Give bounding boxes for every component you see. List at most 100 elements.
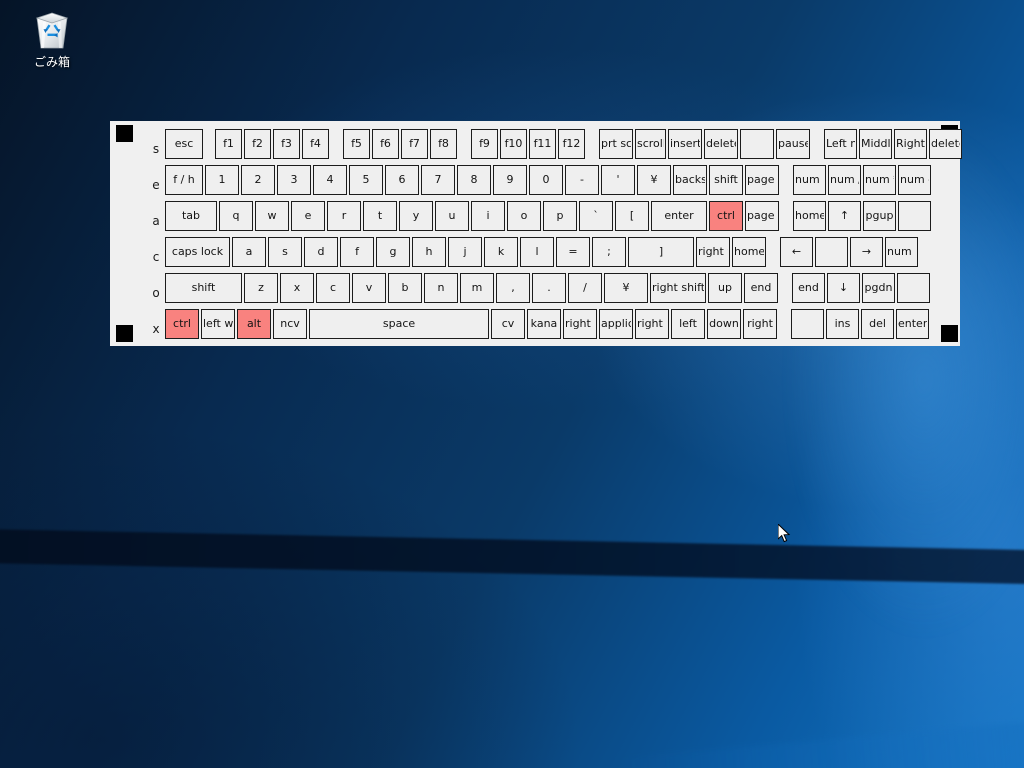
key-prt-sc[interactable]: prt sc — [599, 129, 633, 159]
key-blank[interactable]: ] — [628, 237, 694, 267]
key-num[interactable]: num * — [863, 165, 896, 195]
key-5[interactable]: 5 — [349, 165, 383, 195]
key-4[interactable]: 4 — [313, 165, 347, 195]
key-m[interactable]: m — [460, 273, 494, 303]
key-j[interactable]: j — [448, 237, 482, 267]
key-r[interactable]: r — [327, 201, 361, 231]
key-alt[interactable]: alt — [237, 309, 271, 339]
key-blank[interactable]: = — [556, 237, 590, 267]
key-3[interactable]: 3 — [277, 165, 311, 195]
key-h[interactable]: h — [412, 237, 446, 267]
key-scroll-lock[interactable]: scroll lock — [635, 129, 666, 159]
key-f[interactable]: f — [340, 237, 374, 267]
key-t[interactable]: t — [363, 201, 397, 231]
key-insert[interactable]: insert — [668, 129, 702, 159]
key-enter[interactable]: enter — [896, 309, 929, 339]
key-space[interactable]: space — [309, 309, 489, 339]
key-u[interactable]: u — [435, 201, 469, 231]
key-x[interactable]: x — [280, 273, 314, 303]
key-end[interactable]: end — [744, 273, 778, 303]
key-b[interactable]: b — [388, 273, 422, 303]
key-up[interactable]: up — [708, 273, 742, 303]
resize-handle-bottom-left[interactable] — [116, 325, 133, 342]
key-right-window[interactable]: right window — [696, 237, 730, 267]
key-0[interactable]: 0 — [529, 165, 563, 195]
key-esc[interactable]: esc — [165, 129, 203, 159]
key-right-shift[interactable]: right shift — [650, 273, 706, 303]
key-f9[interactable]: f9 — [471, 129, 498, 159]
key-q[interactable]: q — [219, 201, 253, 231]
key-delete[interactable]: delete — [704, 129, 738, 159]
key-blank[interactable]: → — [850, 237, 883, 267]
key-pgup[interactable]: pgup — [863, 201, 896, 231]
key-ctrl[interactable]: ctrl — [709, 201, 743, 231]
key-blank[interactable]: [ — [615, 201, 649, 231]
key-f3[interactable]: f3 — [273, 129, 300, 159]
key-f-h[interactable]: f / h — [165, 165, 203, 195]
key-g[interactable]: g — [376, 237, 410, 267]
key-pause[interactable]: pause — [776, 129, 810, 159]
key-d[interactable]: d — [304, 237, 338, 267]
key-blank[interactable]: ' — [601, 165, 635, 195]
key-blank[interactable]: ` — [579, 201, 613, 231]
key-f11[interactable]: f11 — [529, 129, 556, 159]
key-blank[interactable]: ¥ — [637, 165, 671, 195]
key-num[interactable]: num / — [828, 165, 861, 195]
key-blank[interactable]: ↓ — [827, 273, 860, 303]
key-p[interactable]: p — [543, 201, 577, 231]
keyboard-overlay-panel[interactable]: seacox esc f1 f2 f3 f4 f5 f6 f7 f8 f9 f10 f11 f12 prt… — [110, 121, 962, 346]
key-f7[interactable]: f7 — [401, 129, 428, 159]
key-blank[interactable]: . — [532, 273, 566, 303]
key-1[interactable]: 1 — [205, 165, 239, 195]
key-left-mouse[interactable]: Left mouse — [824, 129, 857, 159]
key-7[interactable]: 7 — [421, 165, 455, 195]
key-blank[interactable] — [791, 309, 824, 339]
key-del[interactable]: del — [861, 309, 894, 339]
key-f5[interactable]: f5 — [343, 129, 370, 159]
key-cv[interactable]: cv — [491, 309, 525, 339]
key-ncv[interactable]: ncv — [273, 309, 307, 339]
key-8[interactable]: 8 — [457, 165, 491, 195]
key-home[interactable]: home — [793, 201, 826, 231]
key-blank[interactable]: ↑ — [828, 201, 861, 231]
key-o[interactable]: o — [507, 201, 541, 231]
key-f2[interactable]: f2 — [244, 129, 271, 159]
resize-handle-top-left[interactable] — [116, 125, 133, 142]
key-home[interactable]: home — [732, 237, 766, 267]
key-2[interactable]: 2 — [241, 165, 275, 195]
key-enter[interactable]: enter — [651, 201, 707, 231]
key-num-lock[interactable]: num lock — [793, 165, 826, 195]
key-l[interactable]: l — [520, 237, 554, 267]
key-9[interactable]: 9 — [493, 165, 527, 195]
key-y[interactable]: y — [399, 201, 433, 231]
key-f1[interactable]: f1 — [215, 129, 242, 159]
key-6[interactable]: 6 — [385, 165, 419, 195]
key-rows[interactable]: esc f1 f2 f3 f4 f5 f6 f7 f8 f9 f10 f11 f12 prt sc scro… — [165, 126, 962, 342]
key-blank[interactable] — [740, 129, 774, 159]
key-left-window[interactable]: left window — [201, 309, 235, 339]
key-blank[interactable]: / — [568, 273, 602, 303]
key-delete[interactable]: delete — [929, 129, 962, 159]
key-tab[interactable]: tab — [165, 201, 217, 231]
key-shift[interactable]: shift — [709, 165, 743, 195]
desktop[interactable]: ごみ箱 seacox esc f1 f2 f3 f4 f5 f6 f7 f8 f9 f10 f11 f1… — [0, 0, 1024, 768]
key-end[interactable]: end — [792, 273, 825, 303]
key-s[interactable]: s — [268, 237, 302, 267]
key-middle-mouse[interactable]: Middle mouse — [859, 129, 892, 159]
key-blank[interactable]: ; — [592, 237, 626, 267]
desktop-icon-recycle-bin[interactable]: ごみ箱 — [14, 6, 90, 69]
key-i[interactable]: i — [471, 201, 505, 231]
key-page-up[interactable]: page up — [745, 165, 779, 195]
key-blank[interactable]: ← — [780, 237, 813, 267]
key-ins[interactable]: ins — [826, 309, 859, 339]
key-blank[interactable] — [897, 273, 930, 303]
key-n[interactable]: n — [424, 273, 458, 303]
key-a[interactable]: a — [232, 237, 266, 267]
key-shift[interactable]: shift — [165, 273, 242, 303]
key-left[interactable]: left — [671, 309, 705, 339]
key-num[interactable]: num + — [885, 237, 918, 267]
key-c[interactable]: c — [316, 273, 350, 303]
key-backspace[interactable]: backspace — [673, 165, 707, 195]
key-w[interactable]: w — [255, 201, 289, 231]
key-blank[interactable] — [815, 237, 848, 267]
